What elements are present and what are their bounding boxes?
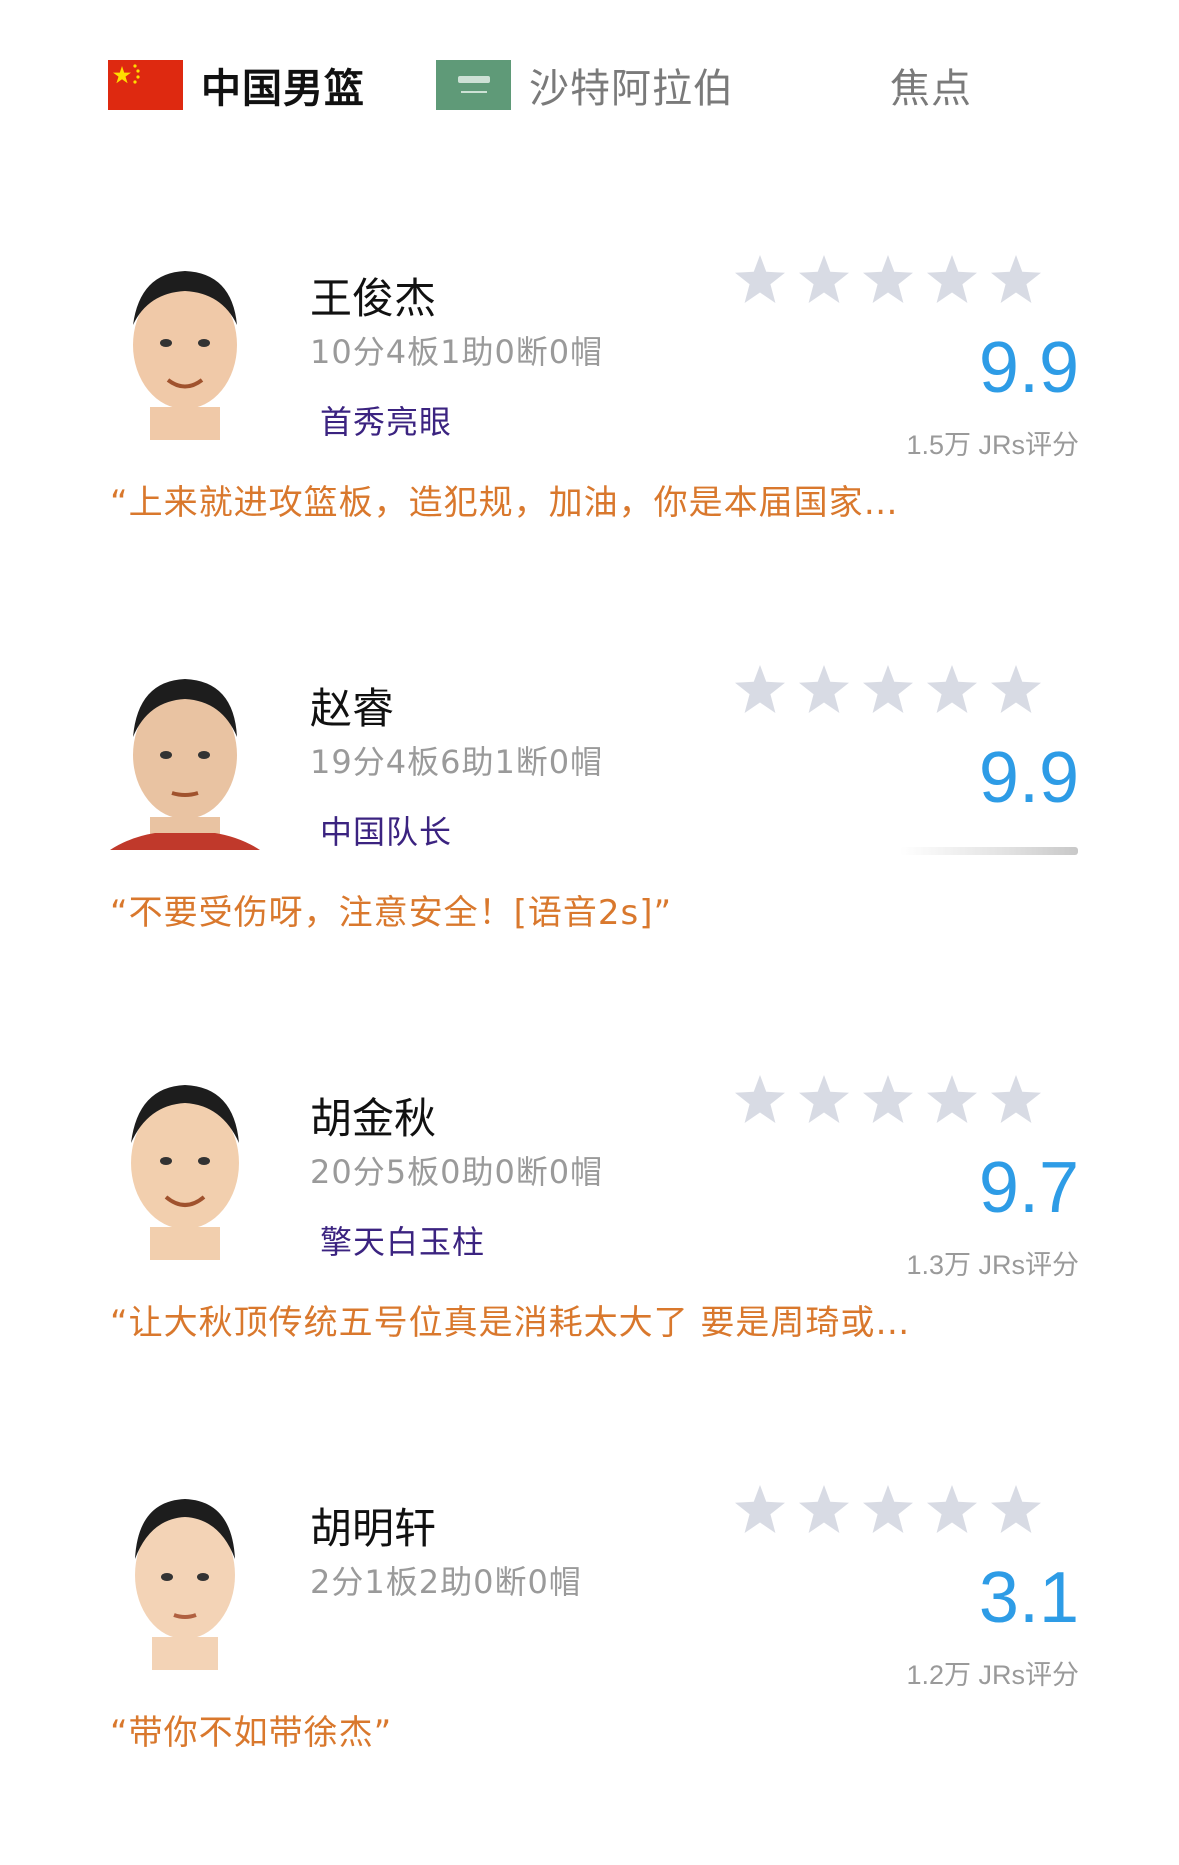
player-card[interactable]: 王俊杰 10分4板1助0断0帽 首秀亮眼 9.9 1.5万 JRs评分 “上来就… [0,215,1179,595]
tab-saudi-arabia-label: 沙特阿拉伯 [529,66,734,112]
rating-count: 1.5万 JRs评分 [906,430,1079,460]
star-icon[interactable] [863,1485,913,1533]
tab-focus-label: 焦点 [890,66,972,112]
player-tag: 首秀亮眼 [320,403,453,441]
star-icon[interactable] [927,1075,977,1123]
star-icon[interactable] [863,1075,913,1123]
player-tag: 擎天白玉柱 [320,1223,486,1261]
player-stats: 10分4板1助0断0帽 [310,333,604,371]
player-avatar[interactable] [110,255,260,440]
player-name[interactable]: 赵睿 [310,675,394,736]
star-icon[interactable] [799,1075,849,1123]
rating-stars[interactable] [735,665,1041,713]
player-name[interactable]: 胡明轩 [310,1495,436,1556]
tab-saudi-arabia[interactable]: 沙特阿拉伯 [436,55,734,115]
tab-china-label: 中国男篮 [201,66,365,112]
star-icon[interactable] [991,1485,1041,1533]
rating-count-placeholder [900,847,1078,855]
player-avatar[interactable] [110,665,260,850]
saudi-flag-icon [436,60,511,110]
rating-count: 1.2万 JRs评分 [906,1660,1079,1690]
player-stats: 2分1板2助0断0帽 [310,1563,582,1601]
player-stats: 19分4板6助1断0帽 [310,743,604,781]
player-score: 3.1 [978,1558,1079,1638]
china-flag-icon [108,60,183,110]
tab-china[interactable]: 中国男篮 [108,55,365,115]
player-card[interactable]: 赵睿 19分4板6助1断0帽 中国队长 9.9 “不要受伤呀，注意安全！[语音2… [0,625,1179,1005]
star-icon[interactable] [863,665,913,713]
player-name[interactable]: 胡金秋 [310,1085,436,1146]
player-tag: 中国队长 [320,813,453,851]
star-icon[interactable] [799,1485,849,1533]
player-score: 9.7 [978,1148,1079,1228]
player-stats: 20分5板0助0断0帽 [310,1153,604,1191]
top-comment[interactable]: “带你不如带徐杰” [110,1705,392,1754]
team-tab-bar: 中国男篮 沙特阿拉伯 焦点 [0,0,1179,170]
star-icon[interactable] [799,255,849,303]
star-icon[interactable] [927,1485,977,1533]
player-avatar[interactable] [110,1485,260,1670]
star-icon[interactable] [799,665,849,713]
player-avatar[interactable] [110,1075,260,1260]
star-icon[interactable] [927,665,977,713]
player-score: 9.9 [978,328,1079,408]
rating-stars[interactable] [735,255,1041,303]
top-comment[interactable]: “不要受伤呀，注意安全！[语音2s]” [110,885,672,934]
player-score: 9.9 [978,738,1079,818]
rating-count: 1.3万 JRs评分 [906,1250,1079,1280]
star-icon[interactable] [991,665,1041,713]
star-icon[interactable] [863,255,913,303]
star-icon[interactable] [927,255,977,303]
top-comment[interactable]: “上来就进攻篮板，造犯规，加油，你是本届国家… [110,475,899,524]
star-icon[interactable] [735,255,785,303]
star-icon[interactable] [735,665,785,713]
rating-stars[interactable] [735,1075,1041,1123]
player-name[interactable]: 王俊杰 [310,265,436,326]
star-icon[interactable] [735,1075,785,1123]
star-icon[interactable] [735,1485,785,1533]
player-card[interactable]: 胡明轩 2分1板2助0断0帽 3.1 1.2万 JRs评分 “带你不如带徐杰” [0,1445,1179,1825]
player-card[interactable]: 胡金秋 20分5板0助0断0帽 擎天白玉柱 9.7 1.3万 JRs评分 “让大… [0,1035,1179,1415]
star-icon[interactable] [991,1075,1041,1123]
star-icon[interactable] [991,255,1041,303]
top-comment[interactable]: “让大秋顶传统五号位真是消耗太大了 要是周琦或… [110,1295,910,1344]
rating-stars[interactable] [735,1485,1041,1533]
tab-focus[interactable]: 焦点 [890,55,972,115]
